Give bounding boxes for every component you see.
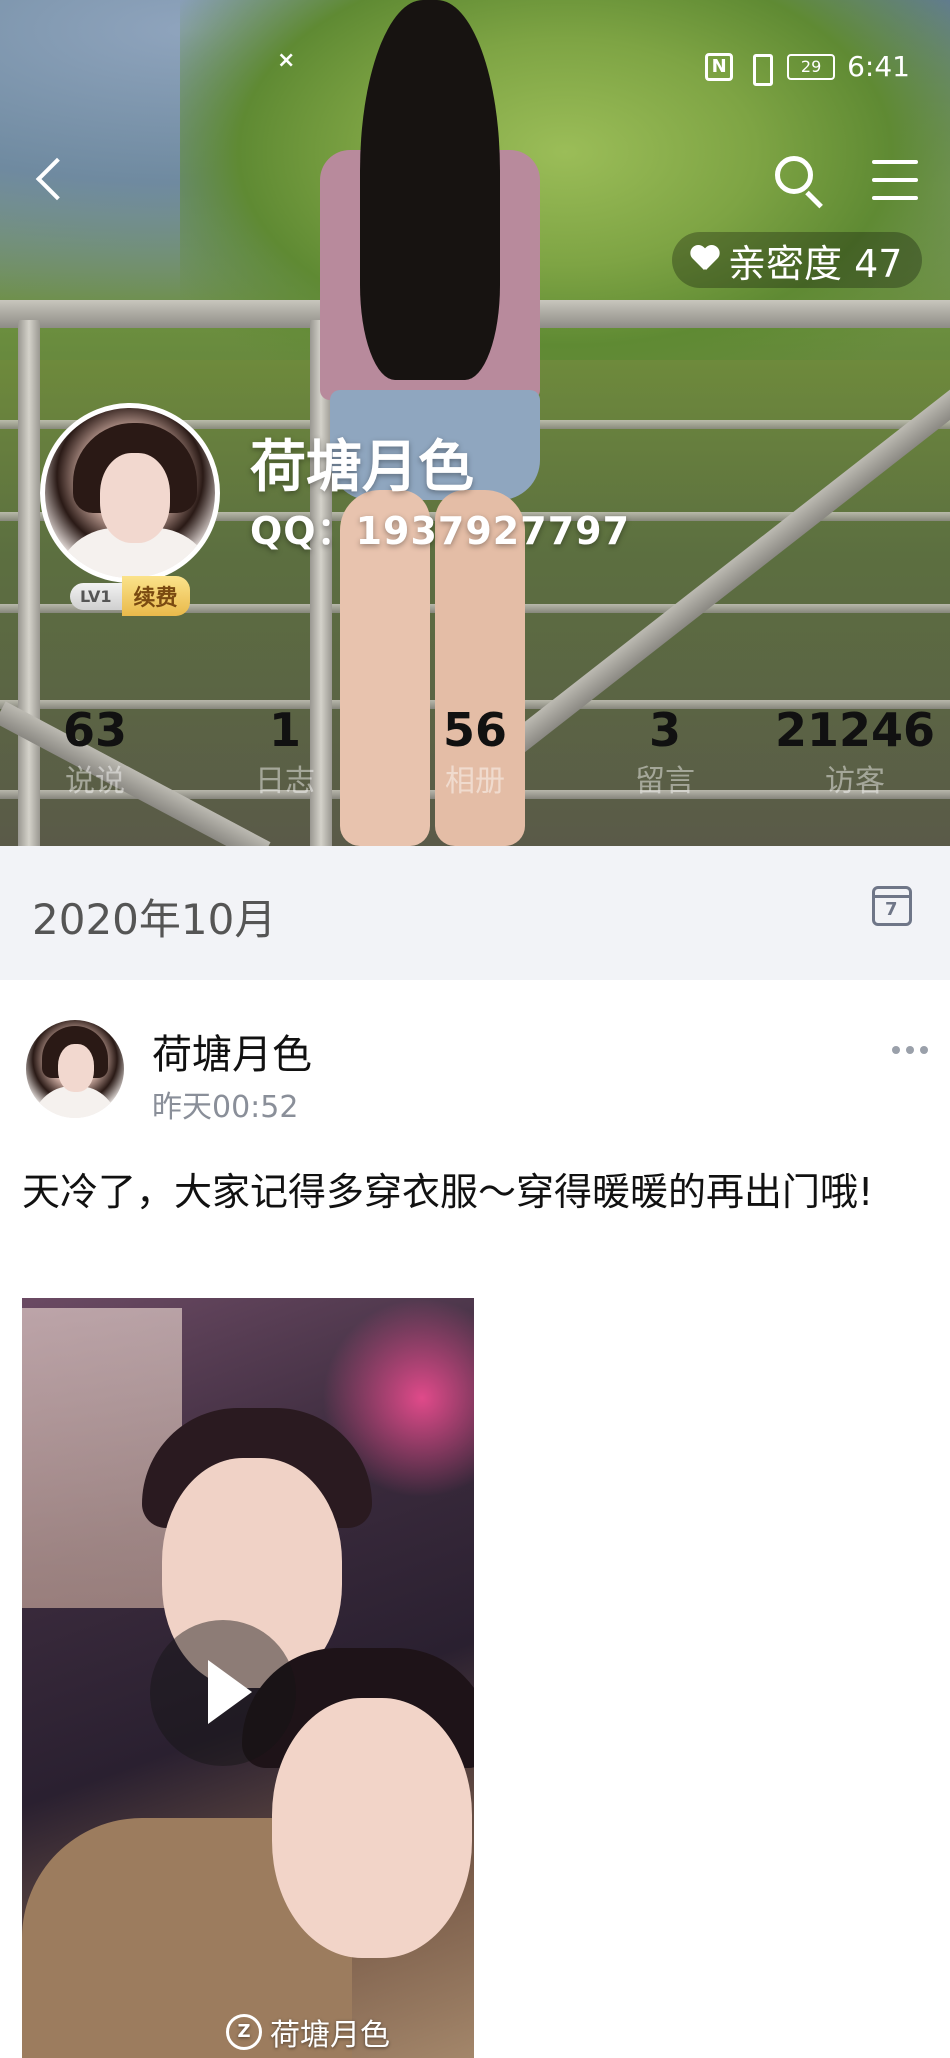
stat-album[interactable]: 56 相册 <box>380 700 570 820</box>
stat-value: 3 <box>648 703 681 757</box>
stat-label: 留言 <box>635 764 695 799</box>
menu-icon[interactable] <box>868 154 924 206</box>
profile-nickname: 荷塘月色 <box>250 435 474 500</box>
stat-visitors[interactable]: 21246 访客 <box>760 700 950 820</box>
watermark-text: 荷塘月色 <box>270 2018 390 2053</box>
stat-label: 日志 <box>255 764 315 799</box>
vibrate-icon <box>745 52 775 86</box>
profile-avatar[interactable] <box>40 403 220 583</box>
vip-level: LV1 <box>70 582 122 610</box>
status-time: 6:41 <box>847 50 910 83</box>
section-date: 2020年10月 <box>32 895 277 944</box>
notification-close-icon: × <box>277 48 296 73</box>
stat-blog[interactable]: 1 日志 <box>190 700 380 820</box>
video-watermark: Z 荷塘月色 <box>226 2010 390 2054</box>
profile-stats: 63 说说 1 日志 56 相册 3 留言 21246 访客 <box>0 700 950 820</box>
post-timestamp: 昨天00:52 <box>152 1090 299 1125</box>
post-text: 天冷了，大家记得多穿衣服～穿得暖暖的再出门哦! <box>22 1170 874 1214</box>
intimacy-label: 亲密度 47 <box>728 241 903 286</box>
post-author-avatar[interactable] <box>26 1020 124 1118</box>
stat-value: 56 <box>442 703 507 757</box>
play-icon[interactable] <box>150 1620 296 1766</box>
battery-icon: 29 <box>787 53 836 80</box>
vip-renew-button[interactable]: 续费 <box>121 576 190 616</box>
calendar-icon[interactable]: 7 <box>872 886 912 926</box>
stat-label: 说说 <box>65 764 125 799</box>
stat-value: 63 <box>62 703 127 757</box>
heart-icon <box>690 246 720 274</box>
post-author-name[interactable]: 荷塘月色 <box>152 1022 312 1080</box>
profile-qq-number: QQ：1937927797 <box>250 509 631 553</box>
stat-shuoshuo[interactable]: 63 说说 <box>0 700 190 820</box>
date-section-header: 2020年10月 <box>0 846 950 980</box>
stat-label: 访客 <box>825 764 885 799</box>
stat-value: 21246 <box>774 703 936 757</box>
stat-messages[interactable]: 3 留言 <box>570 700 760 820</box>
more-icon[interactable] <box>892 1040 932 1060</box>
back-icon[interactable] <box>20 150 80 210</box>
search-icon[interactable] <box>765 148 829 212</box>
stat-value: 1 <box>268 703 301 757</box>
watermark-logo-icon: Z <box>226 2014 262 2050</box>
vip-badge[interactable]: LV1 续费 <box>70 576 190 616</box>
stat-label: 相册 <box>445 764 505 799</box>
calendar-day: 7 <box>885 899 898 920</box>
nfc-icon: N <box>705 52 734 81</box>
intimacy-badge[interactable]: 亲密度 47 <box>672 232 923 288</box>
